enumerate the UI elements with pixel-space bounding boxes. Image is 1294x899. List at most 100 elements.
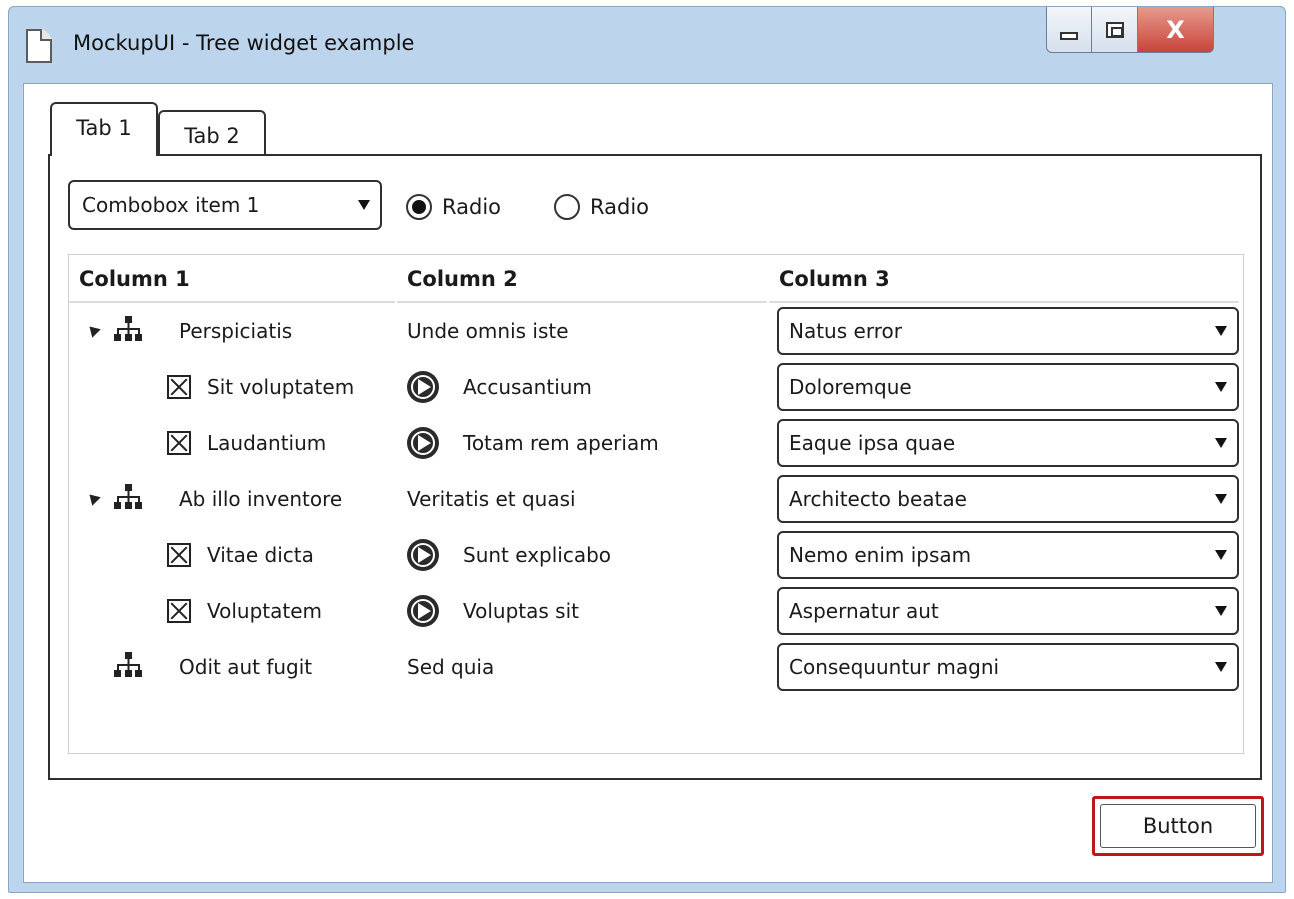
tree-cell-text: Veritatis et quasi [407, 487, 576, 511]
checkbox-checked-icon[interactable] [167, 543, 191, 567]
minimize-icon [1060, 31, 1078, 40]
expand-arrow-icon[interactable] [85, 490, 101, 506]
tree-cell-text: Voluptas sit [463, 599, 579, 623]
tree-cell-col1: Vitae dicta [69, 527, 395, 583]
maximize-icon [1105, 21, 1124, 38]
chevron-down-icon [1215, 550, 1227, 560]
tree-cell-col3: Consequuntur magni [777, 639, 1239, 695]
tree-row[interactable]: Vitae dicta Sunt explicabo Nemo enim ipsam [69, 527, 1243, 583]
tree-cell-text: Laudantium [207, 431, 327, 455]
tree-cell-col1: Ab illo inventore [69, 471, 395, 527]
tree-row[interactable]: Sit voluptatem Accusantium Doloremque [69, 359, 1243, 415]
action-button[interactable]: Button [1092, 796, 1264, 856]
tree-row[interactable]: Perspiciatis Unde omnis iste Natus error [69, 303, 1243, 359]
tree-cell-text: Sunt explicabo [463, 543, 612, 567]
tree-cell-col3: Aspernatur aut [777, 583, 1239, 639]
tree-row[interactable]: Odit aut fugit Sed quia Consequuntur magni [69, 639, 1243, 695]
app-window: MockupUI - Tree widget example X Tab 1 T… [8, 6, 1286, 893]
tab-2[interactable]: Tab 2 [158, 110, 266, 156]
tree-cell-text: Ab illo inventore [179, 487, 343, 511]
combobox-value: Eaque ipsa quae [789, 431, 956, 455]
radio-checked-icon [406, 194, 432, 220]
tree-cell-col3: Nemo enim ipsam [777, 527, 1239, 583]
play-circle-icon[interactable] [407, 427, 439, 459]
tree-cell-col3: Natus error [777, 303, 1239, 359]
combobox-value: Natus error [789, 319, 902, 343]
tree-cell-col2: Veritatis et quasi [397, 471, 767, 527]
play-circle-icon[interactable] [407, 595, 439, 627]
radio-label: Radio [590, 195, 650, 219]
tree-cell-text: Vitae dicta [207, 543, 314, 567]
tree-cell-col3: Architecto beatae [777, 471, 1239, 527]
chevron-down-icon [1215, 382, 1227, 392]
tree-cell-col2: Sunt explicabo [397, 527, 767, 583]
column-header-3[interactable]: Column 3 [769, 255, 1239, 303]
close-button[interactable]: X [1138, 7, 1214, 53]
combobox-value: Nemo enim ipsam [789, 543, 972, 567]
chevron-down-icon [1215, 662, 1227, 672]
tree-cell-text: Odit aut fugit [179, 655, 313, 679]
tree-cell-col2: Totam rem aperiam [397, 415, 767, 471]
window-controls: X [1046, 7, 1214, 53]
minimize-button[interactable] [1046, 7, 1092, 53]
window-title: MockupUI - Tree widget example [73, 31, 415, 55]
checkbox-checked-icon[interactable] [167, 375, 191, 399]
tree-cell-col2: Unde omnis iste [397, 303, 767, 359]
tree-row[interactable]: Laudantium Totam rem aperiam Eaque ipsa qu… [69, 415, 1243, 471]
play-circle-icon[interactable] [407, 371, 439, 403]
combobox-value: Consequuntur magni [789, 655, 1000, 679]
row-combobox[interactable]: Doloremque [777, 363, 1239, 411]
chevron-down-icon [358, 200, 370, 210]
tree-cell-text: Totam rem aperiam [463, 431, 659, 455]
combobox-value: Doloremque [789, 375, 912, 399]
row-combobox[interactable]: Natus error [777, 307, 1239, 355]
column-header-1[interactable]: Column 1 [69, 255, 395, 303]
tree-cell-col2: Sed quia [397, 639, 767, 695]
action-button-label: Button [1100, 804, 1256, 848]
tree-row[interactable]: Ab illo inventore Veritatis et quasi Archi… [69, 471, 1243, 527]
checkbox-checked-icon[interactable] [167, 431, 191, 455]
tab-1[interactable]: Tab 1 [50, 102, 158, 156]
tree-cell-text: Voluptatem [207, 599, 323, 623]
tree-cell-col1: Perspiciatis [69, 303, 395, 359]
close-icon: X [1166, 15, 1185, 44]
chevron-down-icon [1215, 606, 1227, 616]
chevron-down-icon [1215, 326, 1227, 336]
tree-cell-col1: Sit voluptatem [69, 359, 395, 415]
checkbox-checked-icon[interactable] [167, 599, 191, 623]
tree-cell-text: Perspiciatis [179, 319, 293, 343]
tree-widget[interactable]: Column 1 Column 2 Column 3 Perspiciatis U… [68, 254, 1244, 754]
org-chart-icon [113, 315, 143, 345]
row-combobox[interactable]: Architecto beatae [777, 475, 1239, 523]
maximize-button[interactable] [1092, 7, 1138, 53]
tree-row[interactable]: Voluptatem Voluptas sit Aspernatur aut [69, 583, 1243, 639]
row-combobox[interactable]: Eaque ipsa quae [777, 419, 1239, 467]
main-combobox[interactable]: Combobox item 1 [68, 180, 382, 230]
tree-cell-col1: Voluptatem [69, 583, 395, 639]
play-circle-icon[interactable] [407, 539, 439, 571]
tab-panel: Combobox item 1 Radio Radio Column 1 Col… [48, 154, 1262, 780]
column-header-2[interactable]: Column 2 [397, 255, 767, 303]
org-chart-icon [113, 483, 143, 513]
tree-cell-col2: Voluptas sit [397, 583, 767, 639]
tree-cell-col3: Doloremque [777, 359, 1239, 415]
row-combobox[interactable]: Consequuntur magni [777, 643, 1239, 691]
chevron-down-icon [1215, 494, 1227, 504]
client-area: Tab 1 Tab 2 Combobox item 1 Radio Radio … [23, 83, 1273, 883]
tree-cell-col1: Laudantium [69, 415, 395, 471]
tree-cell-col1: Odit aut fugit [69, 639, 395, 695]
tree-cell-col3: Eaque ipsa quae [777, 415, 1239, 471]
document-icon [26, 29, 52, 63]
row-combobox[interactable]: Aspernatur aut [777, 587, 1239, 635]
combobox-value: Combobox item 1 [82, 193, 260, 217]
tree-cell-text: Sed quia [407, 655, 495, 679]
row-combobox[interactable]: Nemo enim ipsam [777, 531, 1239, 579]
radio-option-2[interactable]: Radio [554, 194, 649, 220]
org-chart-icon [113, 651, 143, 681]
expand-arrow-icon[interactable] [85, 322, 101, 338]
combobox-value: Architecto beatae [789, 487, 967, 511]
tree-header: Column 1 Column 2 Column 3 [69, 255, 1243, 303]
radio-option-1[interactable]: Radio [406, 194, 501, 220]
title-bar[interactable]: MockupUI - Tree widget example X [9, 7, 1285, 83]
radio-label: Radio [442, 195, 502, 219]
